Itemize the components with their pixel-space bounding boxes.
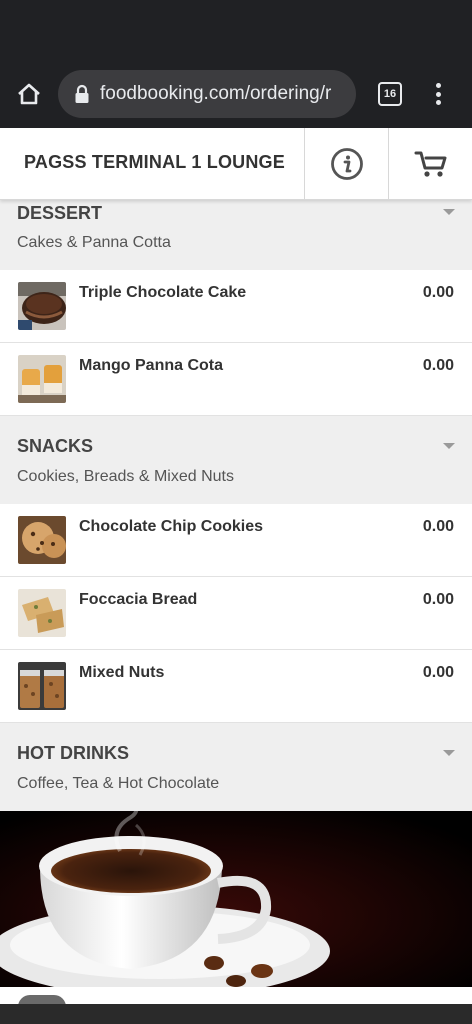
lock-icon [72,83,92,105]
item-price: 0.00 [422,664,454,681]
list-item-partial[interactable] [0,987,472,1004]
section-subtitle: Cookies, Breads & Mixed Nuts [17,468,234,485]
menu-item-triple-chocolate-cake[interactable]: Triple Chocolate Cake 0.00 [0,270,472,343]
page-content: PAGSS TERMINAL 1 LOUNGE DESSERT Cakes & … [0,128,472,1004]
item-name: Foccacia Bread [79,591,198,608]
section-subtitle: Cakes & Panna Cotta [17,234,171,251]
status-bar [0,0,472,60]
system-navigation-bar [0,1004,472,1024]
item-name: Triple Chocolate Cake [79,284,247,301]
cart-icon [414,151,446,177]
menu-item-foccacia-bread[interactable]: Foccacia Bread 0.00 [0,577,472,650]
item-name: Chocolate Chip Cookies [79,518,264,535]
item-price: 0.00 [422,357,454,374]
section-title: HOT DRINKS [17,743,129,763]
section-title: SNACKS [17,436,94,456]
item-price: 0.00 [422,518,454,535]
section-banner-image [0,811,472,987]
chevron-down-icon [443,750,455,756]
app-header: PAGSS TERMINAL 1 LOUNGE [0,128,472,200]
home-icon[interactable] [14,80,44,108]
item-name: Mango Panna Cota [79,357,224,374]
section-title: DESSERT [17,203,103,223]
item-price: 0.00 [422,591,454,608]
cart-button[interactable] [388,128,472,200]
item-thumbnail [18,516,66,564]
item-name: Mixed Nuts [79,664,165,681]
chevron-down-icon [443,209,455,215]
item-price: 0.00 [422,284,454,301]
url-text: foodbooking.com/ordering/r [100,83,332,104]
menu-item-chocolate-chip-cookies[interactable]: Chocolate Chip Cookies 0.00 [0,504,472,577]
section-dessert[interactable]: DESSERT Cakes & Panna Cotta [0,200,472,270]
browser-toolbar: foodbooking.com/ordering/r 16 [0,60,472,128]
item-thumbnail [18,995,66,1004]
info-icon [330,148,363,180]
overflow-menu-icon[interactable] [428,80,448,108]
item-thumbnail [18,589,66,637]
item-thumbnail [18,282,66,330]
menu-item-mango-panna-cota[interactable]: Mango Panna Cota 0.00 [0,343,472,416]
section-subtitle: Coffee, Tea & Hot Chocolate [17,775,220,792]
page-title: PAGSS TERMINAL 1 LOUNGE [24,152,285,172]
chevron-down-icon [443,443,455,449]
address-bar[interactable]: foodbooking.com/ordering/r [58,70,356,118]
menu-item-mixed-nuts[interactable]: Mixed Nuts 0.00 [0,650,472,723]
tab-switcher-button[interactable]: 16 [378,82,402,106]
item-thumbnail [18,355,66,403]
item-thumbnail [18,662,66,710]
section-snacks[interactable]: SNACKS Cookies, Breads & Mixed Nuts [0,416,472,504]
section-hot-drinks[interactable]: HOT DRINKS Coffee, Tea & Hot Chocolate [0,723,472,811]
info-button[interactable] [304,128,388,200]
